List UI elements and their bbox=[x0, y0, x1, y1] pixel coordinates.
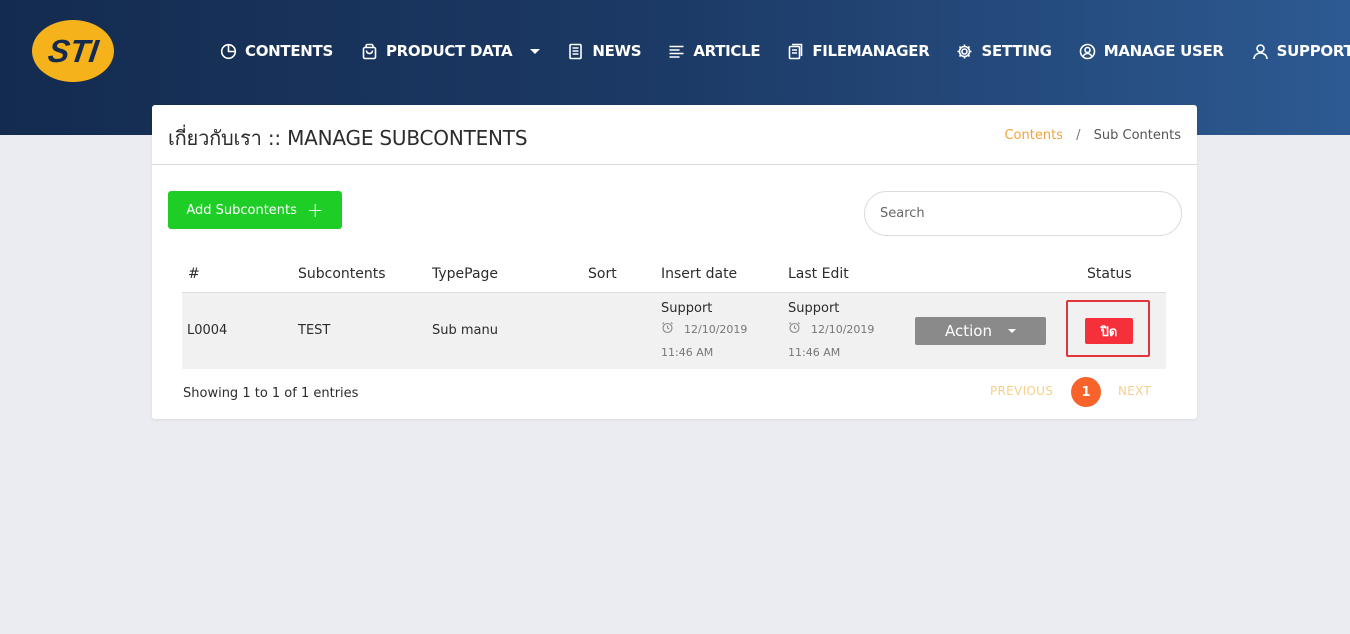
action-label: Action bbox=[945, 322, 992, 340]
nav-label: FILEMANAGER bbox=[812, 42, 930, 60]
nav-setting[interactable]: SETTING bbox=[956, 42, 1052, 60]
breadcrumb-separator: / bbox=[1076, 128, 1081, 143]
status-toggle-button[interactable]: ปิด bbox=[1085, 318, 1133, 344]
card-header: เกี่ยวกับเรา :: MANAGE SUBCONTENTS Conte… bbox=[152, 105, 1197, 165]
user-circle-icon bbox=[1079, 43, 1096, 60]
content-card: เกี่ยวกับเรา :: MANAGE SUBCONTENTS Conte… bbox=[152, 105, 1197, 419]
nav-manage-user[interactable]: MANAGE USER bbox=[1079, 42, 1224, 60]
alarm-clock-icon bbox=[661, 320, 674, 342]
nav-label: MANAGE USER bbox=[1103, 42, 1224, 60]
nav-product-data[interactable]: PRODUCT DATA bbox=[361, 42, 541, 60]
search-input[interactable] bbox=[864, 191, 1182, 236]
plus-icon: + bbox=[306, 198, 324, 222]
row-typepage: Sub manu bbox=[432, 323, 498, 338]
nav-label: ARTICLE bbox=[693, 42, 761, 60]
nav-support[interactable]: SUPPORT bbox=[1252, 42, 1350, 60]
column-header-typepage[interactable]: TypePage bbox=[432, 266, 498, 282]
sti-logo[interactable]: STI bbox=[30, 18, 116, 84]
breadcrumb: Contents / Sub Contents bbox=[1004, 128, 1181, 143]
column-header-sort[interactable]: Sort bbox=[588, 266, 617, 282]
pagination-page-1[interactable]: 1 bbox=[1071, 377, 1101, 407]
breadcrumb-link-contents[interactable]: Contents bbox=[1004, 128, 1062, 143]
nav-label: PRODUCT DATA bbox=[385, 42, 513, 60]
breadcrumb-current: Sub Contents bbox=[1093, 128, 1181, 143]
files-icon bbox=[787, 43, 804, 60]
column-header-subcontents[interactable]: Subcontents bbox=[298, 266, 386, 282]
entries-info: Showing 1 to 1 of 1 entries bbox=[183, 386, 359, 401]
add-subcontents-button[interactable]: Add Subcontents + bbox=[168, 191, 342, 229]
nav-news[interactable]: NEWS bbox=[567, 42, 642, 60]
column-header-id[interactable]: # bbox=[188, 266, 200, 282]
insert-by: Support bbox=[661, 301, 713, 316]
alarm-clock-icon bbox=[788, 320, 801, 342]
column-header-status[interactable]: Status bbox=[1087, 266, 1132, 282]
shopping-bag-icon bbox=[361, 43, 378, 60]
row-subcontents: TEST bbox=[298, 323, 331, 338]
nav-label: NEWS bbox=[592, 42, 642, 60]
column-header-last-edit[interactable]: Last Edit bbox=[788, 266, 849, 282]
nav-article[interactable]: ARTICLE bbox=[668, 42, 761, 60]
pie-chart-icon bbox=[220, 43, 237, 60]
nav-label: SETTING bbox=[981, 42, 1052, 60]
user-icon bbox=[1252, 43, 1269, 60]
insert-date: 12/10/2019 11:46 AM bbox=[661, 319, 771, 364]
nav-contents[interactable]: CONTENTS bbox=[220, 42, 333, 60]
edit-date: 12/10/2019 11:46 AM bbox=[788, 319, 898, 364]
svg-text:STI: STI bbox=[46, 33, 102, 69]
chevron-down-icon[interactable] bbox=[530, 48, 541, 54]
document-icon bbox=[567, 43, 584, 60]
text-lines-icon bbox=[668, 43, 685, 60]
column-header-insert-date[interactable]: Insert date bbox=[661, 266, 737, 282]
edit-by: Support bbox=[788, 301, 840, 316]
page-title: เกี่ยวกับเรา :: MANAGE SUBCONTENTS bbox=[168, 126, 528, 150]
main-nav: CONTENTS PRODUCT DATA NEWS ARTICLE FILEM… bbox=[220, 38, 1350, 64]
add-subcontents-label: Add Subcontents bbox=[186, 202, 297, 218]
table-row: L0004 TEST Sub manu Support 12/10/2019 1… bbox=[182, 292, 1166, 369]
chevron-down-icon bbox=[1007, 329, 1016, 333]
nav-label: CONTENTS bbox=[245, 42, 333, 60]
nav-label: SUPPORT bbox=[1276, 42, 1350, 60]
pagination-previous[interactable]: PREVIOUS bbox=[990, 384, 1053, 398]
nav-filemanager[interactable]: FILEMANAGER bbox=[787, 42, 930, 60]
pagination-next[interactable]: NEXT bbox=[1118, 384, 1151, 398]
row-id: L0004 bbox=[187, 323, 228, 338]
action-dropdown-button[interactable]: Action bbox=[915, 317, 1046, 345]
gear-icon bbox=[956, 43, 973, 60]
